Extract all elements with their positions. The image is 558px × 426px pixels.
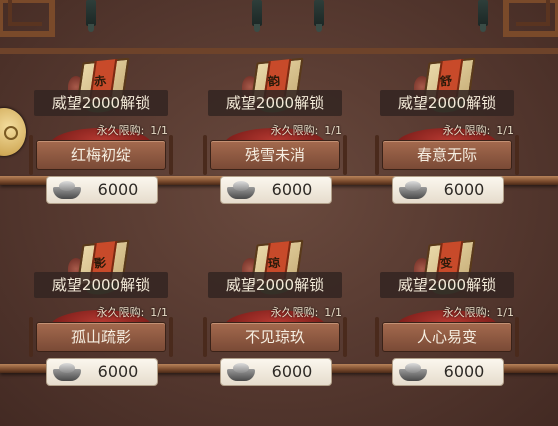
- buy-price-button[interactable]: 6000: [220, 176, 332, 204]
- unlock-requirement: 威望2000解锁: [380, 90, 514, 116]
- unlock-requirement: 威望2000解锁: [380, 272, 514, 298]
- item-name: 孤山疏影: [29, 317, 173, 357]
- item-name: 残雪未消: [203, 135, 347, 175]
- unlock-requirement: 威望2000解锁: [208, 272, 342, 298]
- unlock-requirement: 威望2000解锁: [208, 90, 342, 116]
- item-name: 春意无际: [375, 135, 519, 175]
- buy-price-button[interactable]: 6000: [392, 358, 504, 386]
- buy-price-button[interactable]: 6000: [392, 176, 504, 204]
- silver-ingot-icon: [399, 181, 427, 199]
- buy-price-button[interactable]: 6000: [46, 176, 158, 204]
- purchase-limit: 永久限购: 1/1: [270, 124, 342, 137]
- price-value: 6000: [443, 180, 485, 199]
- item-name: 人心易变: [375, 317, 519, 357]
- hanging-hook: [478, 0, 488, 32]
- price-value: 6000: [97, 362, 139, 381]
- price-value: 6000: [443, 362, 485, 381]
- purchase-limit: 永久限购: 1/1: [270, 306, 342, 319]
- price-value: 6000: [271, 362, 313, 381]
- item-name: 不见琼玖: [203, 317, 347, 357]
- purchase-limit: 永久限购: 1/1: [442, 306, 514, 319]
- price-value: 6000: [97, 180, 139, 199]
- price-value: 6000: [271, 180, 313, 199]
- silver-ingot-icon: [399, 363, 427, 381]
- top-lattice-frame: [0, 0, 558, 54]
- buy-price-button[interactable]: 6000: [46, 358, 158, 386]
- unlock-requirement: 威望2000解锁: [34, 90, 168, 116]
- silver-ingot-icon: [53, 181, 81, 199]
- shop-item-card[interactable]: 韵 威望2000解锁 永久限购: 1/1 残雪未消 6000: [203, 57, 347, 228]
- purchase-limit: 永久限购: 1/1: [96, 306, 168, 319]
- silver-ingot-icon: [227, 363, 255, 381]
- silver-ingot-icon: [227, 181, 255, 199]
- gold-coin-icon[interactable]: [0, 108, 26, 156]
- shop-item-card[interactable]: 影 威望2000解锁 永久限购: 1/1 孤山疏影 6000: [29, 239, 173, 410]
- unlock-requirement: 威望2000解锁: [34, 272, 168, 298]
- purchase-limit: 永久限购: 1/1: [442, 124, 514, 137]
- item-name: 红梅初绽: [29, 135, 173, 175]
- hanging-hook: [314, 0, 324, 32]
- shop-item-card[interactable]: 舒 威望2000解锁 永久限购: 1/1 春意无际 6000: [375, 57, 519, 228]
- hanging-hook: [86, 0, 96, 32]
- purchase-limit: 永久限购: 1/1: [96, 124, 168, 137]
- silver-ingot-icon: [53, 363, 81, 381]
- shop-item-card[interactable]: 琼 威望2000解锁 永久限购: 1/1 不见琼玖 6000: [203, 239, 347, 410]
- hanging-hook: [252, 0, 262, 32]
- buy-price-button[interactable]: 6000: [220, 358, 332, 386]
- shop-item-card[interactable]: 变 威望2000解锁 永久限购: 1/1 人心易变 6000: [375, 239, 519, 410]
- shop-item-card[interactable]: 赤 威望2000解锁 永久限购: 1/1 红梅初绽 6000: [29, 57, 173, 228]
